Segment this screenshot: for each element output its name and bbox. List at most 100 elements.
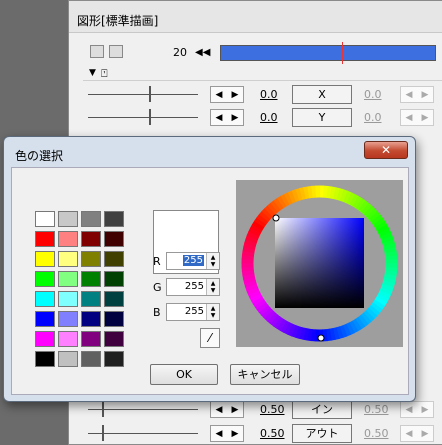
g-spinbox[interactable]: 255 ▲ ▼ [166, 278, 220, 296]
color-swatch[interactable] [104, 211, 124, 227]
arrow-right-icon[interactable]: ▶ [232, 90, 239, 100]
color-swatch[interactable] [104, 311, 124, 327]
arrow-left-icon[interactable]: ◀ [406, 429, 413, 439]
color-swatch[interactable] [104, 351, 124, 367]
up-icon[interactable]: ▲ [211, 305, 216, 312]
color-swatch[interactable] [58, 291, 78, 307]
r-spinbox[interactable]: 255 ▲ ▼ [166, 252, 220, 270]
slider-thumb[interactable] [102, 401, 104, 417]
param-end-value[interactable]: 0.50 [364, 403, 389, 416]
hue-cursor[interactable] [317, 334, 325, 342]
b-spinbox[interactable]: 255 ▲ ▼ [166, 303, 220, 321]
end-step-arrows[interactable]: ◀ ▶ [400, 109, 434, 126]
arrow-left-icon[interactable]: ◀ [216, 405, 223, 415]
param-value[interactable]: 0.50 [260, 427, 285, 440]
color-swatch[interactable] [81, 291, 101, 307]
param-end-value[interactable]: 0.0 [364, 111, 382, 124]
step-arrows[interactable]: ◀ ▶ [210, 109, 244, 126]
eyedropper-icon[interactable]: ⁄ [209, 331, 211, 345]
arrow-right-icon[interactable]: ▶ [232, 429, 239, 439]
color-swatch[interactable] [58, 231, 78, 247]
color-swatch[interactable] [58, 271, 78, 287]
color-swatch[interactable] [104, 231, 124, 247]
param-button-y[interactable]: Y [292, 108, 352, 127]
color-swatch[interactable] [81, 251, 101, 267]
playhead-marker[interactable] [342, 42, 343, 64]
end-step-arrows[interactable]: ◀ ▶ [400, 425, 434, 442]
arrow-right-icon[interactable]: ▶ [232, 405, 239, 415]
b-updown[interactable]: ▲ ▼ [206, 304, 219, 320]
timeline-bar[interactable] [220, 42, 436, 64]
color-swatch[interactable] [81, 211, 101, 227]
g-updown[interactable]: ▲ ▼ [206, 279, 219, 295]
param-end-value[interactable]: 0.50 [364, 427, 389, 440]
collapse-icon[interactable]: ▼ [89, 68, 96, 78]
down-icon[interactable]: ▼ [211, 287, 216, 294]
param-value[interactable]: 0.50 [260, 403, 285, 416]
arrow-left-icon[interactable]: ◀ [216, 90, 223, 100]
color-wheel-area[interactable] [236, 180, 403, 347]
sv-cursor[interactable] [272, 214, 280, 222]
ok-button[interactable]: OK [150, 364, 218, 385]
r-value[interactable]: 255 [182, 255, 204, 266]
color-swatch[interactable] [58, 331, 78, 347]
color-swatch[interactable] [58, 311, 78, 327]
window-icon[interactable] [109, 45, 123, 58]
slider-track[interactable] [88, 94, 198, 95]
slider-thumb[interactable] [102, 425, 104, 441]
param-button-x[interactable]: X [292, 85, 352, 104]
arrow-right-icon[interactable]: ▶ [422, 405, 429, 415]
g-value[interactable]: 255 [185, 281, 204, 292]
slider-track[interactable] [88, 117, 198, 118]
color-swatch[interactable] [58, 251, 78, 267]
color-swatch[interactable] [81, 231, 101, 247]
color-swatch[interactable] [81, 351, 101, 367]
up-icon[interactable]: ▲ [211, 280, 216, 287]
color-swatch[interactable] [35, 311, 55, 327]
arrow-right-icon[interactable]: ▶ [422, 429, 429, 439]
color-swatch[interactable] [35, 211, 55, 227]
param-value[interactable]: 0.0 [260, 88, 278, 101]
arrow-right-icon[interactable]: ▶ [422, 90, 429, 100]
color-swatch[interactable] [104, 291, 124, 307]
slider-thumb[interactable] [149, 109, 151, 125]
param-value[interactable]: 0.0 [260, 111, 278, 124]
arrow-left-icon[interactable]: ◀ [406, 90, 413, 100]
param-button-in[interactable]: イン [292, 400, 352, 419]
color-swatch[interactable] [35, 331, 55, 347]
color-swatch[interactable] [35, 231, 55, 247]
slider-track[interactable] [88, 433, 198, 434]
color-swatch[interactable] [58, 211, 78, 227]
close-icon[interactable]: ✕ [381, 143, 391, 157]
color-swatch[interactable] [58, 351, 78, 367]
step-back-button[interactable]: ◀◀ [195, 45, 210, 60]
color-swatch[interactable] [81, 331, 101, 347]
b-value[interactable]: 255 [185, 306, 204, 317]
step-arrows[interactable]: ◀ ▶ [210, 401, 244, 418]
down-icon[interactable]: ▼ [211, 261, 216, 268]
color-swatch[interactable] [35, 291, 55, 307]
r-updown[interactable]: ▲ ▼ [206, 253, 219, 269]
hue-wheel-icon[interactable] [236, 180, 403, 347]
color-swatch[interactable] [35, 271, 55, 287]
arrow-right-icon[interactable]: ▶ [422, 113, 429, 123]
down-icon[interactable]: ▼ [211, 312, 216, 319]
end-step-arrows[interactable]: ◀ ▶ [400, 401, 434, 418]
arrow-left-icon[interactable]: ◀ [216, 113, 223, 123]
arrow-right-icon[interactable]: ▶ [232, 113, 239, 123]
close-button[interactable]: ✕ [364, 141, 408, 159]
color-swatch[interactable] [35, 251, 55, 267]
color-swatch[interactable] [35, 351, 55, 367]
color-swatch[interactable] [104, 331, 124, 347]
param-end-value[interactable]: 0.0 [364, 88, 382, 101]
cancel-button[interactable]: キャンセル [230, 364, 300, 385]
color-swatch[interactable] [104, 251, 124, 267]
end-step-arrows[interactable]: ◀ ▶ [400, 86, 434, 103]
arrow-left-icon[interactable]: ◀ [406, 405, 413, 415]
color-swatch[interactable] [104, 271, 124, 287]
color-swatch[interactable] [81, 271, 101, 287]
layer-icon[interactable] [90, 45, 104, 58]
step-arrows[interactable]: ◀ ▶ [210, 425, 244, 442]
param-button-out[interactable]: アウト [292, 424, 352, 443]
slider-track[interactable] [88, 409, 198, 410]
